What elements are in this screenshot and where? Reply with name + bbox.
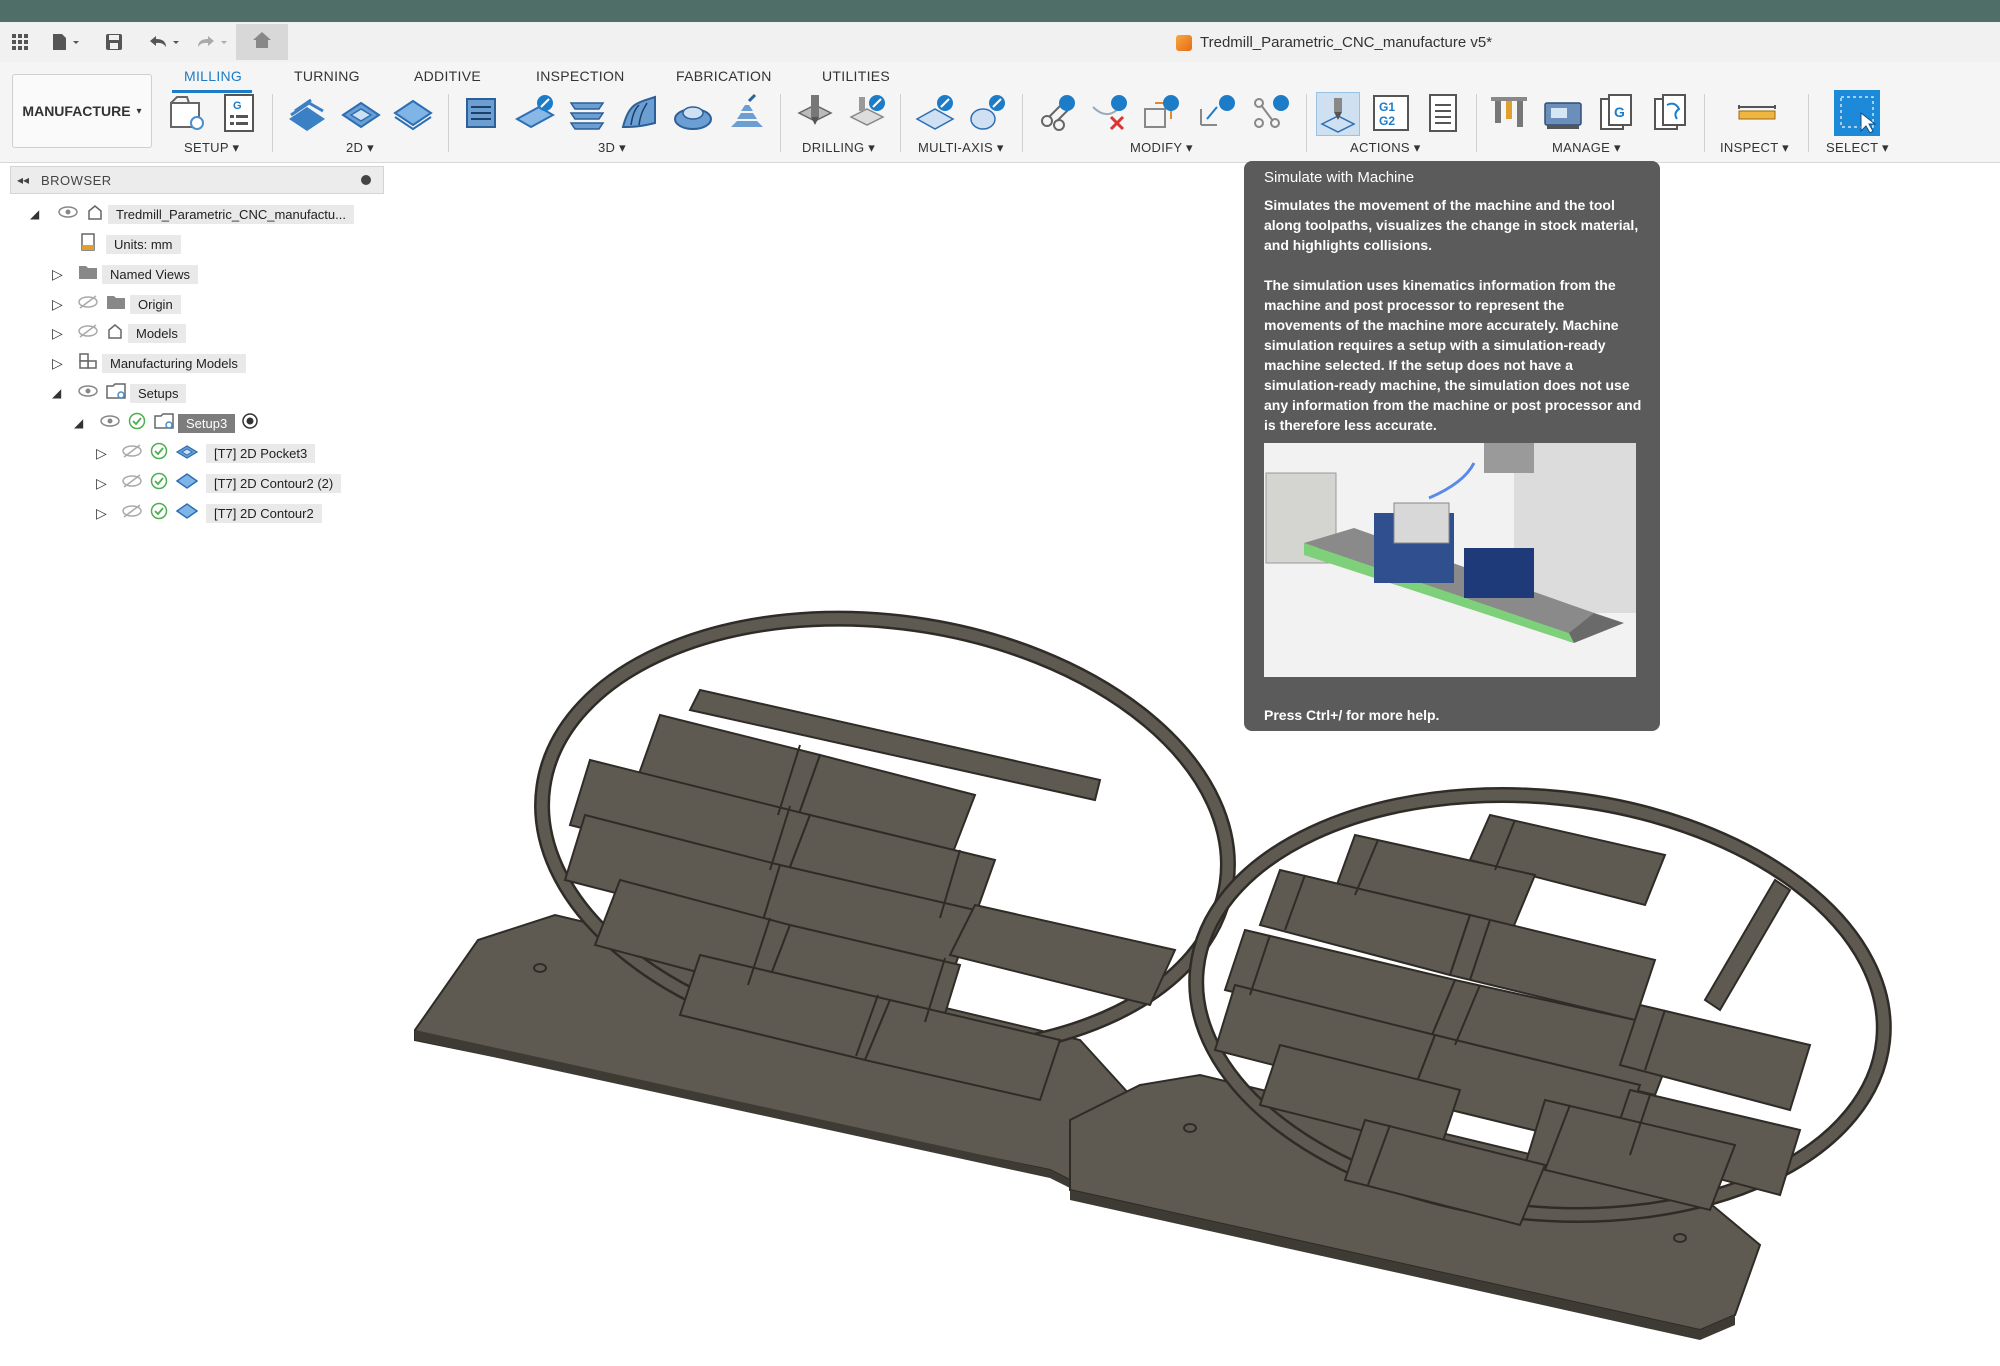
group-modify-label[interactable]: MODIFY ▾ (1130, 140, 1193, 156)
3d-contour-icon[interactable] (726, 92, 768, 134)
2d-pocket-icon[interactable] (340, 92, 382, 134)
2d-adaptive-icon[interactable] (286, 92, 328, 134)
grid-icon[interactable] (8, 30, 32, 54)
3d-pocket-icon[interactable] (514, 92, 556, 134)
separator (272, 94, 273, 152)
ribbon-tabs: MILLING TURNING ADDITIVE INSPECTION FABR… (0, 64, 2000, 93)
tooltip-description: Simulates the movement of the machine an… (1264, 197, 1639, 253)
select-icon[interactable] (1834, 90, 1880, 136)
undo-icon[interactable] (144, 30, 184, 54)
svg-text:G1: G1 (1379, 100, 1395, 114)
svg-text:G2: G2 (1379, 114, 1395, 128)
tool-library-icon[interactable] (1488, 92, 1530, 134)
separator (1704, 94, 1705, 152)
separator (1476, 94, 1477, 152)
group-setup-label[interactable]: SETUP ▾ (184, 140, 239, 156)
document-title-text: Tredmill_Parametric_CNC_manufacture v5* (1200, 34, 1493, 51)
post-process-icon[interactable]: G1 G2 (1370, 92, 1412, 134)
document-title: Tredmill_Parametric_CNC_manufacture v5* (1176, 34, 1492, 51)
3d-adaptive-icon[interactable] (460, 92, 502, 134)
hole-recognition-icon[interactable] (846, 92, 888, 134)
nc-program-icon[interactable]: G (218, 92, 260, 134)
simulate-with-machine-icon[interactable] (1316, 92, 1360, 136)
tab-fabrication[interactable]: FABRICATION (676, 68, 772, 84)
group-inspect-label[interactable]: INSPECT ▾ (1720, 140, 1789, 156)
group-multi-axis-label[interactable]: MULTI-AXIS ▾ (918, 140, 1004, 156)
machine-library-icon[interactable] (1542, 92, 1584, 134)
group-3d-label[interactable]: 3D ▾ (598, 140, 626, 156)
drill-icon[interactable] (794, 92, 836, 134)
2d-contour-icon[interactable] (392, 92, 434, 134)
separator (1808, 94, 1809, 152)
post-library-icon[interactable]: G (1596, 92, 1638, 134)
tooltip-title: Simulate with Machine (1264, 169, 1415, 186)
3d-parallel-icon[interactable] (618, 92, 660, 134)
template-library-icon[interactable] (1650, 92, 1692, 134)
multi-axis-swarf-icon[interactable] (914, 92, 956, 134)
trim-toolpath-icon[interactable] (1036, 92, 1078, 134)
window-title-strip (0, 0, 2000, 22)
group-manage-label[interactable]: MANAGE ▾ (1552, 140, 1621, 156)
save-icon[interactable] (102, 30, 126, 54)
workspace-label: MANUFACTURE (22, 103, 131, 119)
file-icon[interactable] (48, 30, 84, 54)
tooltip-help-hint: Press Ctrl+/ for more help. (1264, 707, 1440, 723)
quick-access-bar (0, 22, 2000, 63)
tab-additive[interactable]: ADDITIVE (414, 68, 481, 84)
tab-milling[interactable]: MILLING (184, 68, 242, 84)
svg-text:G: G (233, 100, 242, 112)
home-tab[interactable] (236, 24, 288, 60)
delete-toolpath-icon[interactable] (1088, 92, 1130, 134)
workspace-switcher[interactable]: MANUFACTURE ▾ (12, 74, 152, 148)
chevron-down-icon: ▾ (136, 105, 142, 117)
home-icon (252, 31, 272, 54)
viewport-3d-model[interactable] (0, 170, 2000, 1366)
separator (900, 94, 901, 152)
3d-steep-shallow-icon[interactable] (566, 92, 608, 134)
tab-inspection[interactable]: INSPECTION (536, 68, 625, 84)
multi-axis-rotary-icon[interactable] (966, 92, 1008, 134)
move-toolpath-icon[interactable] (1140, 92, 1182, 134)
separator (1306, 94, 1307, 152)
tab-turning[interactable]: TURNING (294, 68, 360, 84)
3d-scallop-icon[interactable] (672, 92, 714, 134)
group-actions-label[interactable]: ACTIONS ▾ (1350, 140, 1421, 156)
svg-text:G: G (1614, 104, 1625, 120)
group-2d-label[interactable]: 2D ▾ (346, 140, 374, 156)
tab-utilities[interactable]: UTILITIES (822, 68, 890, 84)
separator (448, 94, 449, 152)
setup-sheet-icon[interactable] (1422, 92, 1464, 134)
redo-icon[interactable] (192, 30, 232, 54)
document-cube-icon (1176, 34, 1192, 51)
nodes-toolpath-icon[interactable] (1250, 92, 1292, 134)
separator (1022, 94, 1023, 152)
simulate-with-machine-tooltip: Simulate with Machine Simulates the move… (1244, 161, 1660, 731)
group-select-label[interactable]: SELECT ▾ (1826, 140, 1889, 156)
machine-simulation-illustration (1264, 443, 1636, 677)
new-setup-icon[interactable] (166, 92, 208, 134)
edit-toolpath-icon[interactable] (1196, 92, 1238, 134)
tooltip-details: The simulation uses kinematics informati… (1264, 277, 1642, 433)
measure-icon[interactable] (1736, 92, 1778, 134)
ribbon: MILLING TURNING ADDITIVE INSPECTION FABR… (0, 62, 2000, 163)
separator (780, 94, 781, 152)
group-drilling-label[interactable]: DRILLING ▾ (802, 140, 875, 156)
